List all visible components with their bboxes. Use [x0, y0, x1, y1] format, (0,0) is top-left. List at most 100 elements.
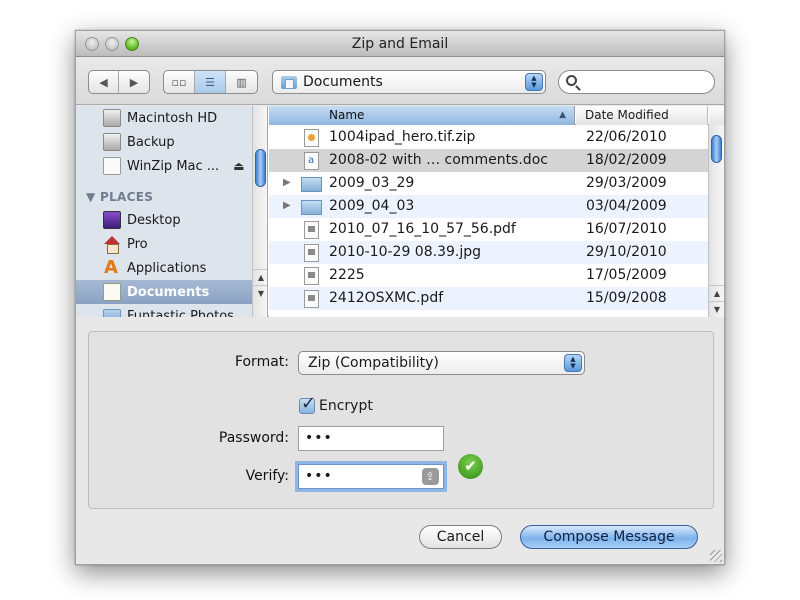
search-icon — [566, 75, 577, 86]
scroll-down-arrow-icon[interactable]: ▼ — [709, 301, 724, 317]
caps-lock-icon: ⇪ — [422, 468, 439, 485]
location-popup[interactable]: Documents ▲ ▼ — [272, 70, 546, 94]
close-button[interactable] — [85, 37, 99, 51]
folder-icon — [301, 177, 322, 192]
cancel-button[interactable]: Cancel — [419, 525, 502, 549]
file-name: 2008-02 with … comments.doc — [329, 152, 548, 168]
resize-grip-icon[interactable] — [710, 550, 722, 562]
column-header-name[interactable]: Name ▲ — [269, 106, 575, 125]
file-date-modified: 17/05/2009 — [586, 267, 667, 283]
icon-view-icon: ▫▫ — [171, 75, 187, 89]
sidebar-item-macintosh-hd[interactable]: Macintosh HD — [76, 106, 252, 130]
list-view-button[interactable]: ☰ — [195, 71, 226, 93]
search-field[interactable] — [558, 70, 715, 94]
sidebar-item-winzip-mac[interactable]: WinZip Mac ... ⏏ — [76, 154, 252, 178]
img-file-icon — [304, 290, 319, 308]
zip-and-email-dialog: Zip and Email ◀ ▶ ▫▫ ☰ ▥ Documents ▲ ▼ Ma… — [75, 30, 725, 565]
img-file-icon — [304, 221, 319, 239]
scroll-down-arrow-icon[interactable]: ▼ — [253, 285, 267, 301]
disclosure-triangle-icon[interactable]: ▶ — [283, 200, 291, 211]
column-view-button[interactable]: ▥ — [226, 71, 257, 93]
compose-message-button[interactable]: Compose Message — [520, 525, 698, 549]
sidebar-item-funtastic-photos[interactable]: Funtastic Photos — [76, 304, 252, 317]
encrypt-label[interactable]: Encrypt — [319, 398, 373, 414]
file-row[interactable]: ▶ 2009_04_03 03/04/2009 — [269, 195, 708, 218]
desktop-icon — [103, 211, 121, 229]
disclosure-triangle-icon[interactable]: ▶ — [283, 177, 291, 188]
hard-disk-icon — [103, 109, 121, 127]
back-forward-control: ◀ ▶ — [88, 70, 150, 94]
sidebar-item-desktop[interactable]: Desktop — [76, 208, 252, 232]
format-label: Format: — [234, 354, 289, 370]
sidebar-item-applications[interactable]: Applications — [76, 256, 252, 280]
file-row[interactable]: 2010_07_16_10_57_56.pdf 16/07/2010 — [269, 218, 708, 241]
file-row[interactable]: 1004ipad_hero.tif.zip 22/06/2010 — [269, 126, 708, 149]
sidebar-item-label: Applications — [127, 260, 207, 276]
sidebar-item-pro[interactable]: Pro — [76, 232, 252, 256]
scroll-up-arrow-icon[interactable]: ▲ — [253, 269, 267, 285]
password-label: Password: — [218, 430, 289, 446]
folder-icon — [103, 309, 121, 317]
column-view-icon: ▥ — [236, 75, 247, 89]
documents-icon — [103, 283, 121, 301]
file-date-modified: 18/02/2009 — [586, 152, 667, 168]
format-value: Zip (Compatibility) — [308, 355, 439, 371]
file-date-modified: 15/09/2008 — [586, 290, 667, 306]
applications-icon — [103, 257, 121, 278]
file-row[interactable]: 2008-02 with … comments.doc 18/02/2009 — [269, 149, 708, 172]
scroll-up-arrow-icon[interactable]: ▲ — [709, 285, 724, 301]
file-row[interactable]: 2412OSXMC.pdf 15/09/2008 — [269, 287, 708, 310]
password-field[interactable]: ••• — [298, 426, 444, 451]
format-popup[interactable]: Zip (Compatibility) ▲ ▼ — [298, 351, 585, 375]
sidebar-scrollbar[interactable]: ▲ ▼ — [252, 106, 267, 317]
sidebar-item-documents[interactable]: Documents — [76, 280, 252, 304]
folder-icon — [301, 200, 322, 215]
list-header: Name ▲ Date Modified — [269, 106, 724, 125]
encrypt-checkbox[interactable] — [299, 393, 316, 414]
file-list: Name ▲ Date Modified 1004ipad_hero.tif.z… — [269, 106, 724, 317]
column-name-label: Name — [329, 108, 365, 122]
file-date-modified: 29/10/2010 — [586, 244, 667, 260]
minimize-button[interactable] — [105, 37, 119, 51]
hard-disk-icon — [103, 133, 121, 151]
window-title: Zip and Email — [351, 36, 449, 52]
column-header-date-modified[interactable]: Date Modified — [576, 106, 708, 125]
places-section-header[interactable]: ▼ PLACES — [86, 190, 153, 204]
forward-icon: ▶ — [129, 75, 139, 89]
file-name: 2010-10-29 08.39.jpg — [329, 244, 482, 260]
sidebar-scroll-thumb[interactable] — [255, 149, 266, 187]
zip-file-icon — [304, 129, 319, 147]
file-list-scrollbar[interactable]: ▲ ▼ — [708, 125, 724, 317]
traffic-lights — [85, 37, 139, 51]
verify-label: Verify: — [245, 468, 289, 484]
view-mode-control: ▫▫ ☰ ▥ — [163, 70, 258, 94]
file-name: 2225 — [329, 267, 365, 283]
documents-folder-icon — [281, 75, 297, 89]
file-date-modified: 16/07/2010 — [586, 221, 667, 237]
title-bar: Zip and Email — [76, 31, 724, 57]
popup-stepper-icon: ▲ ▼ — [525, 73, 543, 91]
column-header-filler — [709, 106, 724, 125]
verify-field[interactable]: ••• ⇪ — [298, 464, 444, 489]
doc-file-icon — [304, 152, 319, 170]
zoom-button[interactable] — [125, 37, 139, 51]
back-icon: ◀ — [99, 75, 108, 89]
file-name: 2009_04_03 — [329, 198, 415, 214]
toolbar: ◀ ▶ ▫▫ ☰ ▥ Documents ▲ ▼ — [76, 57, 724, 105]
file-row[interactable]: 2010-10-29 08.39.jpg 29/10/2010 — [269, 241, 708, 264]
file-row[interactable]: ▶ 2009_03_29 29/03/2009 — [269, 172, 708, 195]
verify-value: ••• — [305, 468, 333, 484]
icon-view-button[interactable]: ▫▫ — [164, 71, 195, 93]
file-row[interactable]: 2225 17/05/2009 — [269, 264, 708, 287]
file-name: 1004ipad_hero.tif.zip — [329, 129, 476, 145]
sidebar-item-label: Funtastic Photos — [127, 308, 234, 318]
sidebar-item-label: Macintosh HD — [127, 110, 218, 126]
back-button[interactable]: ◀ — [89, 71, 119, 93]
file-date-modified: 22/06/2010 — [586, 129, 667, 145]
forward-button[interactable]: ▶ — [119, 71, 149, 93]
file-list-scroll-thumb[interactable] — [711, 135, 722, 163]
eject-icon[interactable]: ⏏ — [233, 159, 244, 173]
sidebar-item-label: WinZip Mac ... — [127, 158, 220, 174]
home-icon — [103, 235, 121, 254]
sidebar-item-backup[interactable]: Backup — [76, 130, 252, 154]
